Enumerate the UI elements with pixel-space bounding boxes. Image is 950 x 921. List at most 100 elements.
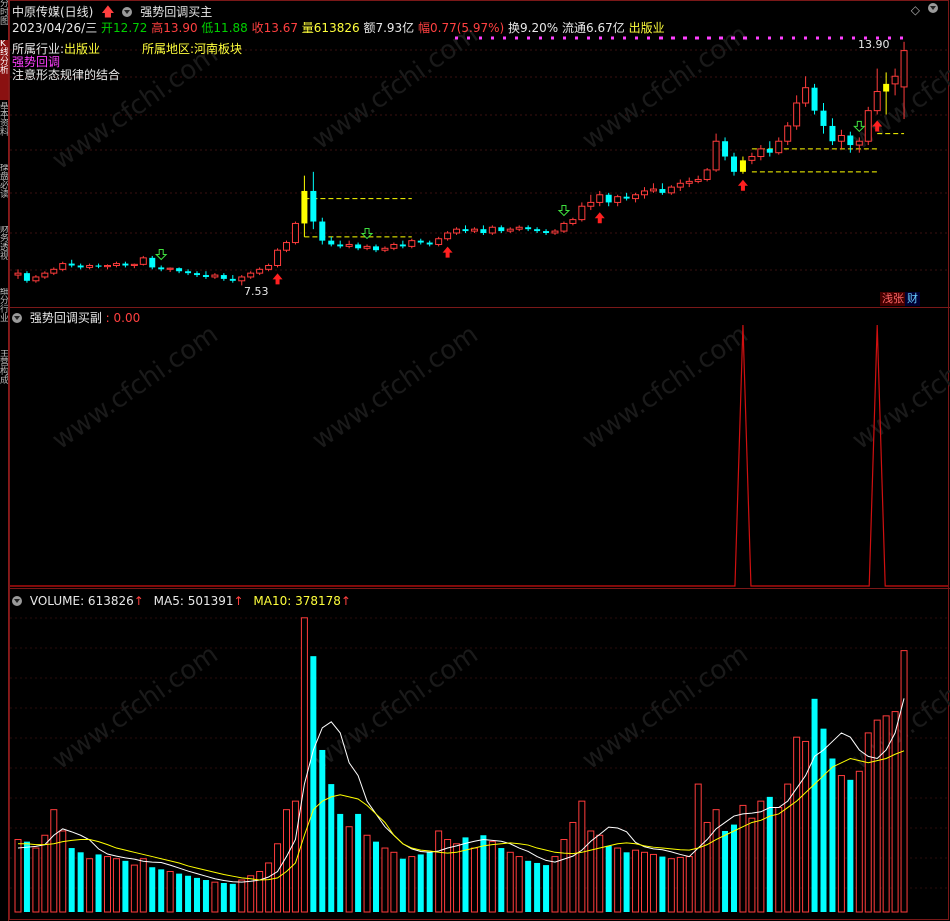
candle-body [185,271,192,274]
candle-body [731,156,737,172]
candle-body [712,140,720,171]
watermark-text: www.cfchi.com [307,19,484,155]
watermark-text: www.cfchi.com [847,319,950,455]
volume-bar [229,883,236,912]
volume-bar [176,873,183,912]
volume-bar [820,728,827,912]
candle-body [748,156,756,161]
volume-bar [837,775,845,913]
volume-bar [739,804,747,913]
volume-bar [793,736,801,913]
watermark-text: www.cfchi.com [577,19,754,155]
candle-body [775,140,783,154]
quote-sector[interactable]: 出版业 [629,21,665,35]
candle-body [130,263,138,266]
watermark-text: www.cfchi.com [307,319,484,455]
volume-bar [256,870,264,913]
candle-body [515,226,523,230]
candle-body [793,102,801,127]
diamond-icon[interactable]: ◇ [911,3,920,17]
volume-bar [569,821,577,913]
volume-bar [703,821,711,913]
candle-body [829,125,836,142]
candle-body [211,274,219,278]
volume-bar [784,783,792,913]
volume-bar [811,698,818,912]
volume-bar [488,841,496,913]
candle-body [399,244,406,247]
candle-body [694,178,702,182]
badge-finance[interactable]: 财 [905,292,920,306]
candle-body [596,194,604,203]
candle-body [649,188,657,192]
candle-body [112,263,120,266]
volume-bar [390,851,398,913]
watermark-text: www.cfchi.com [47,319,224,455]
candle-body [202,275,209,277]
volume-bar [41,834,49,913]
candle-body [274,249,282,267]
region-value[interactable]: 河南板块 [194,42,242,56]
quote-date: 2023/04/26/三 [12,21,98,35]
watermark-text: www.cfchi.com [47,639,224,775]
candle-body [363,245,371,249]
volume-bar [14,839,22,913]
volume-bar [596,834,604,913]
candle-body [784,125,792,142]
quote-volume: 量613826 [301,21,360,35]
stock-title: 中原传媒(日线) [12,5,94,19]
ma5-up-arrow-icon: ↑ [233,594,244,608]
volume-bar [900,650,908,913]
volume-bar [139,858,147,913]
volume-bar [211,881,219,913]
badge-qianzhang[interactable]: 浅张 [880,292,906,306]
candle-body [623,196,630,199]
vol-up-arrow-icon: ↑ [133,594,144,608]
kline-chart[interactable]: www.cfchi.com www.cfchi.com www.cfchi.com w… [0,0,950,921]
candle-body [345,243,353,247]
candle-body [605,194,612,203]
volume-bar [748,817,756,913]
candle-body [543,231,550,233]
volume-bar [337,813,344,912]
candle-body [435,238,443,245]
region-info: 所属地区:河南板块 [142,40,242,57]
candle-body [417,240,424,243]
volume-dropdown-icon[interactable] [12,596,22,606]
volume-bar [864,732,872,913]
sub-dropdown-icon[interactable] [12,313,22,323]
volume-bar [149,867,156,912]
candle-body [319,221,326,241]
volume-header: VOLUME: 613826↑ MA5: 501391↑ MA10: 37817… [12,594,351,608]
candle-body [283,242,290,251]
volume-bar [194,877,200,912]
candle-body [632,194,640,200]
candle-body [176,268,183,272]
sub-indicator-header: 强势回调买副 : 0.00 [12,309,140,326]
indicator-dropdown-icon[interactable] [122,7,133,17]
volume-bar [86,858,94,913]
volume-bar [515,856,523,913]
volume-bar [426,852,433,912]
sub-indicator-name[interactable]: 强势回调买副 [30,311,102,325]
candle-body [158,267,165,270]
volume-bar [328,784,335,912]
volume-bar [363,834,371,913]
volume-bar [632,849,640,913]
candle-body [560,222,568,232]
volume-bar [534,862,541,912]
volume-bar [238,879,246,913]
candle-body [525,227,532,230]
volume-bar [345,826,353,913]
candle-body [488,226,496,234]
industry-value[interactable]: 出版业 [64,42,100,56]
candle-body [32,276,40,282]
indicator-name[interactable]: 强势回调买主 [140,5,212,19]
candle-body [659,189,666,193]
candle-body [238,276,246,282]
volume-bar [355,813,362,912]
candle-body [551,230,559,234]
close-circle-icon[interactable] [928,1,938,15]
candle-body [86,265,94,268]
volume-bar [50,809,58,913]
